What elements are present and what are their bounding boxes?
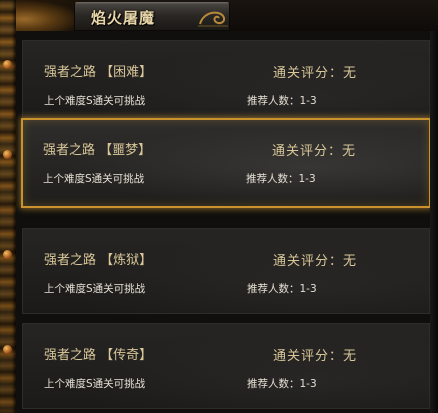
clear-score: 通关评分：无	[273, 254, 358, 269]
window-header: 焰火屠魔	[0, 0, 438, 32]
unlock-requirement: 上个难度S通关可挑战	[44, 283, 146, 295]
recommended-players: 推荐人数：1-3	[247, 283, 317, 295]
unlock-requirement: 上个难度S通关可挑战	[44, 378, 146, 390]
left-frame-border	[0, 0, 16, 413]
gem-icon	[3, 250, 12, 259]
unlock-requirement: 上个难度S通关可挑战	[43, 173, 145, 185]
clear-score: 通关评分：无	[273, 66, 358, 81]
gem-icon	[3, 345, 12, 354]
dungeon-card-hard[interactable]: 强者之路 【困难】 通关评分：无 上个难度S通关可挑战 推荐人数：1-3	[22, 40, 430, 126]
dungeon-card-legend[interactable]: 强者之路 【传奇】 通关评分：无 上个难度S通关可挑战 推荐人数：1-3	[22, 323, 430, 409]
window-title: 焰火屠魔	[91, 9, 156, 27]
recommended-players: 推荐人数：1-3	[246, 173, 316, 185]
dungeon-name: 强者之路 【噩梦】	[43, 143, 152, 158]
recommended-players: 推荐人数：1-3	[247, 95, 317, 107]
dungeon-card-purgatory[interactable]: 强者之路 【炼狱】 通关评分：无 上个难度S通关可挑战 推荐人数：1-3	[22, 228, 430, 314]
recommended-players: 推荐人数：1-3	[247, 378, 317, 390]
right-frame-border	[430, 31, 438, 413]
dungeon-name: 强者之路 【炼狱】	[44, 253, 153, 268]
clear-score: 通关评分：无	[273, 349, 358, 364]
dungeon-card-nightmare[interactable]: 强者之路 【噩梦】 通关评分：无 上个难度S通关可挑战 推荐人数：1-3	[21, 118, 431, 208]
unlock-requirement: 上个难度S通关可挑战	[44, 95, 146, 107]
dungeon-name: 强者之路 【困难】	[44, 65, 153, 80]
gem-icon	[3, 150, 12, 159]
gem-icon	[3, 60, 12, 69]
clear-score: 通关评分：无	[272, 144, 357, 159]
swirl-ornament-icon	[198, 11, 228, 27]
dungeon-name: 强者之路 【传奇】	[44, 348, 153, 363]
dungeon-list: 强者之路 【困难】 通关评分：无 上个难度S通关可挑战 推荐人数：1-3 强者之…	[16, 31, 431, 413]
